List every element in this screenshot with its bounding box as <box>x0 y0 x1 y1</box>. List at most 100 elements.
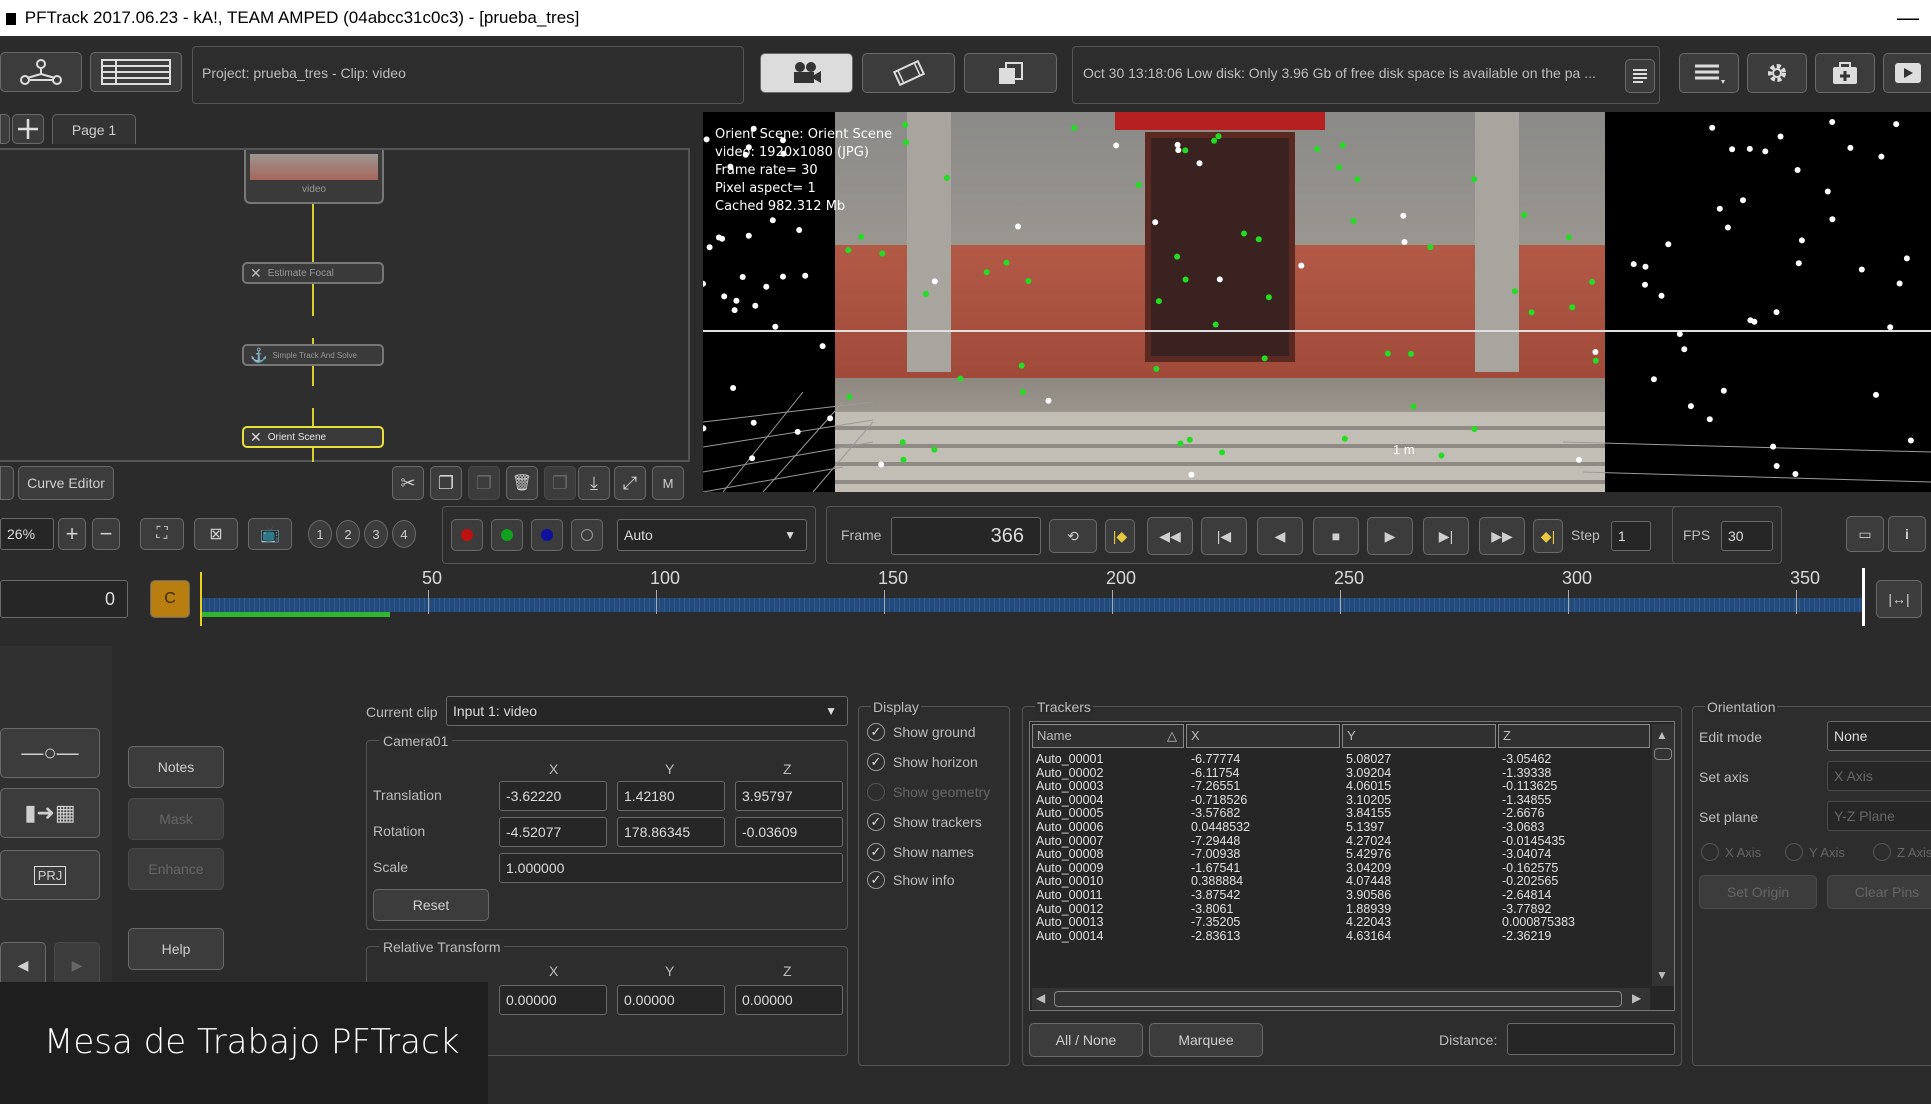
tracker-point[interactable] <box>1354 176 1361 183</box>
tracker-point[interactable] <box>1824 188 1831 195</box>
tracker-point[interactable] <box>763 283 770 290</box>
panel-toggle[interactable] <box>0 466 14 500</box>
tracker-point[interactable] <box>1025 278 1032 284</box>
loop-button[interactable]: ⟲ <box>1049 519 1097 553</box>
node-menu-button[interactable]: M <box>652 466 684 500</box>
scroll-down-icon[interactable]: ▼ <box>1656 968 1668 982</box>
tracker-point[interactable] <box>1792 471 1799 477</box>
toolbox-button[interactable] <box>1815 53 1875 93</box>
tracker-point[interactable] <box>1182 147 1189 154</box>
scroll-left-icon[interactable]: ◀ <box>1036 991 1045 1005</box>
tracker-point[interactable] <box>1427 244 1434 251</box>
tracker-point[interactable] <box>1794 167 1801 173</box>
node-tree-button[interactable] <box>0 52 82 92</box>
tracker-point[interactable] <box>1896 280 1903 287</box>
tracker-point[interactable] <box>1847 144 1854 151</box>
tracker-point[interactable] <box>1676 331 1683 337</box>
tracker-point[interactable] <box>1589 278 1596 285</box>
layout-3-button[interactable]: 3 <box>364 520 388 548</box>
tracker-point[interactable] <box>1188 471 1195 478</box>
tracker-point[interactable] <box>1177 440 1184 447</box>
tracker-point[interactable] <box>900 456 907 463</box>
tracker-point[interactable] <box>796 227 803 233</box>
paste-node-button[interactable]: ❐ <box>468 466 500 500</box>
tracker-point[interactable] <box>1665 241 1672 248</box>
horizontal-scrollbar[interactable]: ◀ ▶ <box>1032 988 1650 1010</box>
tracker-point[interactable] <box>750 419 757 426</box>
blue-channel-button[interactable] <box>531 519 563 551</box>
relative-x-field[interactable]: 0.00000 <box>499 985 607 1015</box>
clipboard-button[interactable] <box>964 53 1057 93</box>
tracker-point[interactable] <box>1777 133 1784 140</box>
tracker-point[interactable] <box>745 144 752 151</box>
scale-field[interactable]: 1.000000 <box>499 853 843 883</box>
tracker-point[interactable] <box>922 290 929 297</box>
page-nav-left[interactable] <box>0 114 10 144</box>
tracker-point[interactable] <box>931 278 938 285</box>
help-button[interactable]: Help <box>128 928 224 970</box>
tracker-point[interactable] <box>703 280 706 287</box>
show-trackers-checkbox[interactable]: ✓ <box>867 813 885 831</box>
node-estimate-focal[interactable]: ✕ Estimate Focal <box>242 262 384 284</box>
fit-timeline-button[interactable]: |↔| <box>1876 580 1922 618</box>
stop-button[interactable]: ■ <box>1313 517 1359 555</box>
tracker-point[interactable] <box>1261 355 1268 362</box>
message-log-button[interactable] <box>1625 59 1655 93</box>
tracker-point[interactable] <box>931 446 938 453</box>
current-clip-select[interactable]: Input 1: video ▼ <box>446 696 848 726</box>
tracker-point[interactable] <box>1410 403 1417 410</box>
translation-z-field[interactable]: 3.95797 <box>735 781 843 811</box>
alpha-channel-button[interactable] <box>571 519 603 551</box>
tracker-point[interactable] <box>1795 260 1802 267</box>
tracker-point[interactable] <box>827 415 834 422</box>
tracker-point[interactable] <box>780 150 787 157</box>
step-forward-button[interactable]: ▶| <box>1423 517 1469 555</box>
fullscreen-button[interactable]: ▭ <box>1846 516 1884 552</box>
tracker-point[interactable] <box>1182 276 1189 283</box>
playhead[interactable] <box>1862 568 1865 626</box>
tracker-point[interactable] <box>1174 141 1181 148</box>
curve-editor-button[interactable]: Curve Editor <box>18 466 114 500</box>
tracker-point[interactable] <box>1019 388 1026 395</box>
tracker-point[interactable] <box>1298 262 1305 269</box>
tracks-list-button[interactable] <box>90 52 182 92</box>
vertical-scrollbar[interactable]: ▲ ▼ <box>1652 724 1674 986</box>
column-name-header[interactable]: Name △ <box>1032 724 1184 748</box>
scroll-thumb[interactable] <box>1054 991 1622 1007</box>
play-backward-button[interactable]: ◀ <box>1257 517 1303 555</box>
tracker-point[interactable] <box>1174 253 1181 260</box>
tracker-point[interactable] <box>1630 261 1637 268</box>
tracker-point[interactable] <box>772 323 779 330</box>
prev-keyframe-button[interactable]: |◆ <box>1105 519 1135 553</box>
duplicate-node-button[interactable]: ❐ <box>544 466 576 500</box>
copy-node-button[interactable]: ❐ <box>430 466 462 500</box>
node-graph-canvas[interactable]: video ✕ Estimate Focal ⚓ Simple Track And … <box>0 148 690 462</box>
info-button[interactable]: i <box>1888 516 1926 552</box>
tracker-point[interactable] <box>750 125 757 132</box>
tracker-point[interactable] <box>1706 416 1713 423</box>
all-none-button[interactable]: All / None <box>1029 1023 1143 1057</box>
translation-x-field[interactable]: -3.62220 <box>499 781 607 811</box>
tracker-point[interactable] <box>749 455 756 462</box>
tracker-point[interactable] <box>1773 463 1780 469</box>
tracker-point[interactable] <box>1314 146 1321 152</box>
tracker-point[interactable] <box>731 307 738 314</box>
tracker-point[interactable] <box>1642 263 1649 270</box>
tracker-point[interactable] <box>1858 266 1865 273</box>
tracker-point[interactable] <box>1773 309 1780 316</box>
tracker-point[interactable] <box>1211 137 1218 144</box>
scroll-thumb[interactable] <box>1654 748 1672 760</box>
green-channel-button[interactable] <box>491 519 523 551</box>
tracker-point[interactable] <box>903 139 909 146</box>
tracker-point[interactable] <box>1113 142 1120 149</box>
tracker-point[interactable] <box>1650 376 1657 383</box>
show-horizon-checkbox[interactable]: ✓ <box>867 753 885 771</box>
tracker-point[interactable] <box>1740 197 1746 204</box>
layout-2-button[interactable]: 2 <box>336 520 360 548</box>
tracker-point[interactable] <box>1576 456 1582 463</box>
tracker-point[interactable] <box>1887 324 1894 331</box>
fit-view-button[interactable]: ⤢ <box>614 466 646 500</box>
clear-pins-button[interactable]: Clear Pins <box>1827 875 1931 909</box>
tracker-point[interactable] <box>1471 176 1478 183</box>
project-button[interactable]: PRJ <box>0 850 100 900</box>
